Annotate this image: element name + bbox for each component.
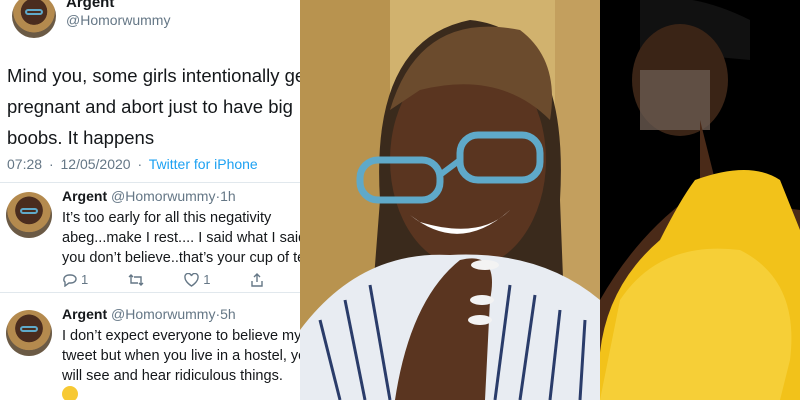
avatar[interactable]: [6, 192, 52, 238]
tweet-meta: 07:28 · 12/05/2020 · Twitter for iPhone: [7, 156, 258, 172]
reply-text: I don’t expect everyone to believe my tw…: [62, 328, 300, 384]
display-name[interactable]: Argent: [62, 306, 107, 322]
reply-tweet[interactable]: Argent @Homorwummy·5h I don’t expect eve…: [0, 292, 300, 400]
tweet-text: Mind you, some girls intentionally get p…: [7, 65, 300, 148]
smiling-woman-illustration: [300, 0, 600, 400]
heart-icon: [184, 272, 199, 287]
avatar[interactable]: [12, 0, 56, 38]
tweet-source-link[interactable]: Twitter for iPhone: [149, 156, 258, 172]
share-action[interactable]: [250, 272, 264, 287]
reply-header: Argent @Homorwummy·5h: [62, 306, 236, 322]
pregnant-woman-photo: [600, 0, 800, 400]
tweet-date: 12/05/2020: [60, 156, 131, 172]
reply-icon: [63, 273, 77, 287]
avatar[interactable]: [6, 310, 52, 356]
reply-age: 5h: [220, 306, 236, 322]
reply-action[interactable]: 1: [62, 272, 88, 287]
like-count: 1: [203, 272, 211, 287]
display-name[interactable]: Argent: [66, 0, 114, 11]
reply-count: 1: [81, 272, 89, 287]
retweet-icon: [128, 273, 144, 286]
grimacing-face-icon: [62, 386, 78, 400]
smiling-woman-photo: [300, 0, 600, 400]
user-handle[interactable]: @Homorwummy: [111, 188, 215, 204]
tweet-actions: 1 1: [62, 272, 264, 287]
user-handle[interactable]: @Homorwummy: [66, 12, 170, 28]
user-handle[interactable]: @Homorwummy: [111, 306, 215, 322]
reply-tweet[interactable]: Argent @Homorwummy·1h It’s too early for…: [0, 182, 300, 290]
reply-header: Argent @Homorwummy·1h: [62, 188, 236, 204]
display-name[interactable]: Argent: [62, 188, 107, 204]
tweet-time: 07:28: [7, 156, 43, 172]
pregnant-woman-illustration: [600, 0, 800, 400]
reply-text: It’s too early for all this negativity a…: [62, 210, 300, 266]
reply-age: 1h: [220, 188, 236, 204]
retweet-action[interactable]: [128, 273, 144, 287]
like-action[interactable]: 1: [184, 272, 210, 287]
tweet-screenshot: Argent @Homorwummy Mind you, some girls …: [0, 0, 300, 400]
share-icon: [251, 272, 264, 287]
